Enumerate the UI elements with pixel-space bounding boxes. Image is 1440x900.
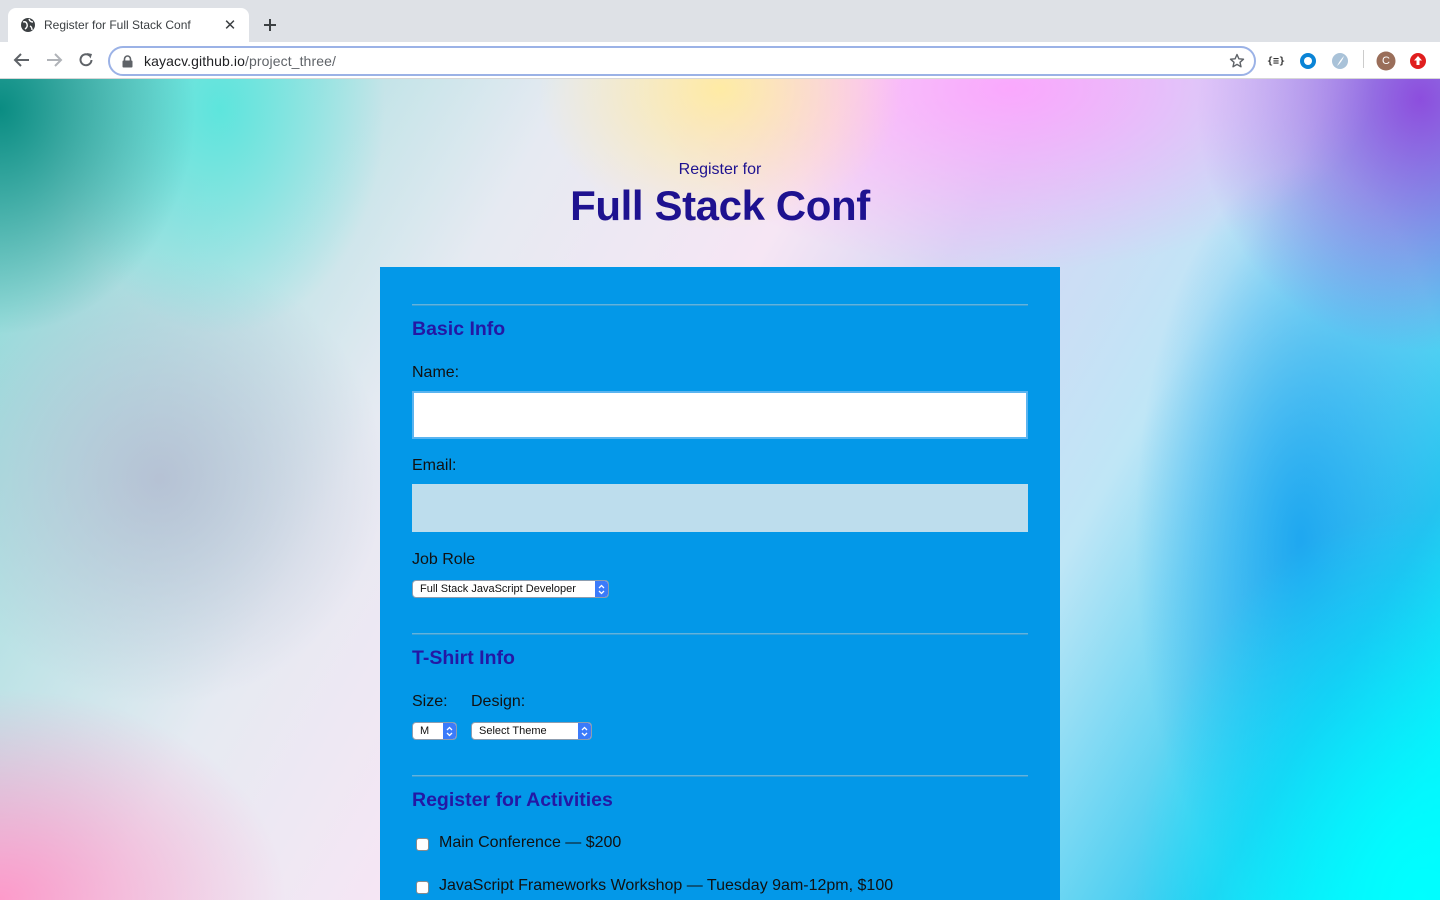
basic-info-heading: Basic Info: [412, 318, 506, 340]
email-input[interactable]: [412, 484, 1028, 532]
tshirt-heading: T-Shirt Info: [412, 647, 515, 669]
toolbar-separator: [1363, 50, 1364, 68]
design-label: Design:: [471, 693, 526, 710]
name-label: Name:: [412, 364, 460, 381]
section-divider: [412, 775, 1028, 777]
json-viewer-extension-icon[interactable]: {≡}: [1266, 51, 1286, 71]
page-title: Full Stack Conf: [570, 182, 870, 229]
page-header: Register for Full Stack Conf: [0, 161, 1440, 230]
job-role-select[interactable]: Full Stack JavaScript Developer: [412, 580, 609, 598]
reload-icon[interactable]: [74, 48, 98, 72]
lock-icon[interactable]: [120, 54, 134, 68]
job-role-label: Job Role: [412, 551, 476, 568]
arrow-left-icon[interactable]: [10, 48, 34, 72]
basic-info-section: Basic Info: [412, 304, 1028, 341]
section-divider: [412, 304, 1028, 306]
email-label: Email:: [412, 457, 457, 474]
chevron-updown-icon: [578, 723, 591, 739]
js-frameworks-checkbox[interactable]: [416, 880, 429, 894]
close-icon[interactable]: ✕: [221, 16, 239, 34]
activity-item: JavaScript Frameworks Workshop — Tuesday…: [416, 877, 893, 895]
activity-label: Main Conference — $200: [439, 834, 622, 851]
browser-toolbar: kayacv.github.io/project_three/ {≡} C: [0, 42, 1440, 79]
star-icon[interactable]: [1228, 52, 1246, 70]
ring-extension-icon[interactable]: [1298, 51, 1318, 71]
activities-heading: Register for Activities: [412, 789, 613, 811]
globe-icon: [20, 17, 36, 33]
name-input[interactable]: [412, 391, 1028, 439]
page-subtitle: Register for: [678, 161, 762, 178]
profile-avatar[interactable]: C: [1376, 51, 1396, 71]
address-bar[interactable]: kayacv.github.io/project_three/: [108, 46, 1256, 76]
feather-extension-icon[interactable]: [1330, 51, 1350, 71]
design-select[interactable]: Select Theme: [471, 722, 592, 740]
url-text: kayacv.github.io/project_three/: [144, 53, 336, 69]
plus-icon[interactable]: [258, 13, 282, 37]
chevron-updown-icon: [443, 723, 456, 739]
section-divider: [412, 633, 1028, 635]
main-conference-checkbox[interactable]: [416, 837, 429, 851]
browser-tabstrip: Register for Full Stack Conf ✕: [0, 0, 1440, 42]
activities-section: Register for Activities: [412, 775, 1028, 812]
chevron-updown-icon: [595, 581, 608, 597]
tshirt-section: T-Shirt Info: [412, 633, 1028, 670]
activity-item: Main Conference — $200: [416, 834, 621, 852]
page-viewport: Register for Full Stack Conf Basic Info …: [0, 79, 1440, 900]
browser-tab-active[interactable]: Register for Full Stack Conf ✕: [8, 8, 249, 42]
size-label: Size:: [412, 693, 448, 710]
url-host: kayacv.github.io: [144, 53, 245, 69]
activity-label: JavaScript Frameworks Workshop — Tuesday…: [439, 877, 894, 894]
profile-initial: C: [1382, 55, 1390, 67]
design-selected: Select Theme: [479, 725, 547, 737]
job-role-selected: Full Stack JavaScript Developer: [420, 583, 576, 595]
url-path: /project_three/: [244, 53, 336, 69]
registration-form: Basic Info Name: Email: Job Role Full St…: [380, 267, 1060, 900]
size-select[interactable]: M: [412, 722, 457, 740]
arrow-right-icon[interactable]: [42, 48, 66, 72]
update-icon[interactable]: [1408, 51, 1428, 71]
tab-title: Register for Full Stack Conf: [44, 18, 191, 32]
size-selected: M: [420, 725, 430, 737]
